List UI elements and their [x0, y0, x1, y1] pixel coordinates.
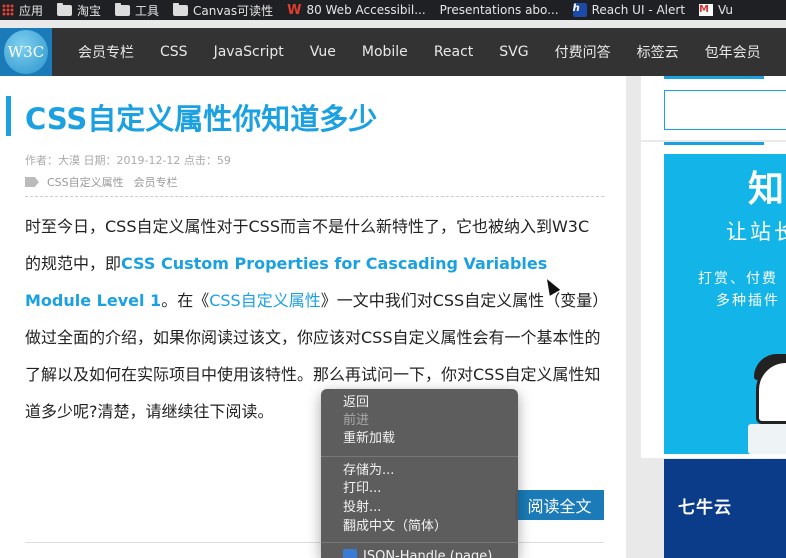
apps-icon: [2, 4, 14, 16]
sidebar-search-input[interactable]: [664, 90, 786, 130]
nav-item-vue[interactable]: Vue: [297, 28, 349, 76]
qiniu-ad-banner[interactable]: 七牛云: [664, 459, 786, 558]
nav-item-tag-cloud[interactable]: 标签云: [624, 28, 692, 76]
nav-item-svg[interactable]: SVG: [486, 28, 541, 76]
tag-icon: [25, 177, 39, 187]
related-article-link[interactable]: CSS自定义属性: [209, 291, 321, 310]
sidebar-ad-widget: 知 让站长 打赏、付费 多种插件: [641, 142, 786, 458]
menu-item-json-handle[interactable]: JSON-Handle (page): [343, 548, 492, 558]
h-logo-icon: h: [572, 3, 587, 17]
read-more-button[interactable]: 阅读全文: [515, 490, 604, 520]
bookmark-tools[interactable]: 工具: [115, 0, 159, 20]
w3c-logo-icon: W3C: [4, 30, 48, 74]
widget-accent-bar: [664, 142, 764, 145]
nav-item-react[interactable]: React: [421, 28, 486, 76]
bookmark-apps[interactable]: 应用: [0, 0, 43, 20]
tag-link[interactable]: 会员专栏: [134, 174, 178, 190]
bookmarks-bar: 应用 淘宝 工具 Canvas可读性 W 80 Web Accessibil...…: [0, 0, 786, 20]
folder-icon: [173, 2, 189, 16]
gmail-icon: M: [699, 4, 714, 16]
nav-item-css[interactable]: CSS: [147, 28, 201, 76]
divider: [25, 196, 604, 197]
article-title[interactable]: CSS自定义属性你知道多少: [25, 96, 377, 138]
widget-accent-bar: [664, 76, 764, 79]
bookmark-presentations[interactable]: Presentations abo...: [440, 0, 559, 20]
folder-icon: [115, 2, 131, 16]
title-accent-bar: [6, 96, 11, 136]
nav-item-paid-qa[interactable]: 付费问答: [542, 28, 624, 76]
article-card: CSS自定义属性你知道多少 作者：大漠 日期：2019-12-12 点击：59 …: [0, 76, 626, 558]
menu-item-forward[interactable]: 前进: [343, 412, 369, 430]
qiniu-logo: 七牛云: [678, 498, 732, 518]
bookmark-web-accessibility[interactable]: W 80 Web Accessibil...: [287, 0, 426, 20]
context-menu: 返回 前进 重新加载 存储为... 打印... 投射... 翻成中文（简体） J…: [321, 389, 518, 558]
nav-item-members[interactable]: 会员专栏: [52, 28, 147, 76]
menu-item-translate[interactable]: 翻成中文（简体）: [343, 518, 447, 536]
laptop-icon: [748, 424, 786, 454]
article-meta: 作者：大漠 日期：2019-12-12 点击：59: [25, 154, 231, 167]
promo-banner[interactable]: 知 让站长 打赏、付费 多种插件: [664, 154, 786, 454]
extension-icon: [343, 549, 357, 558]
menu-separator: [321, 542, 518, 543]
menu-item-back[interactable]: 返回: [343, 394, 369, 412]
menu-item-print[interactable]: 打印...: [343, 480, 381, 498]
menu-item-save-as[interactable]: 存储为...: [343, 462, 394, 480]
nav-item-mobile[interactable]: Mobile: [349, 28, 421, 76]
bookmark-taobao[interactable]: 淘宝: [57, 0, 101, 20]
menu-item-cast[interactable]: 投射...: [343, 499, 381, 517]
site-navbar: W3C 会员专栏 CSS JavaScript Vue Mobile React…: [0, 28, 786, 76]
menu-item-reload[interactable]: 重新加载: [343, 430, 395, 448]
bookmark-vue[interactable]: M Vu: [699, 0, 733, 20]
menu-separator: [321, 456, 518, 457]
article-tags: CSS自定义属性 会员专栏: [25, 174, 188, 190]
folder-icon: [57, 2, 73, 16]
bookmark-canvas[interactable]: Canvas可读性: [173, 0, 273, 20]
article-excerpt: 时至今日，CSS自定义属性对于CSS而言不是什么新特性了，它也被纳入到W3C的规…: [25, 217, 601, 421]
right-sidebar: 知 让站长 打赏、付费 多种插件 七牛云: [641, 76, 786, 558]
nav-item-javascript[interactable]: JavaScript: [201, 28, 297, 76]
bookmark-reach-ui[interactable]: h Reach UI - Alert: [572, 0, 685, 20]
site-logo[interactable]: W3C: [0, 28, 52, 76]
nav-item-annual-member[interactable]: 包年会员: [692, 28, 774, 76]
sidebar-search-widget: [641, 76, 786, 140]
w-logo-icon: W: [287, 2, 302, 18]
tag-link[interactable]: CSS自定义属性: [47, 174, 124, 190]
